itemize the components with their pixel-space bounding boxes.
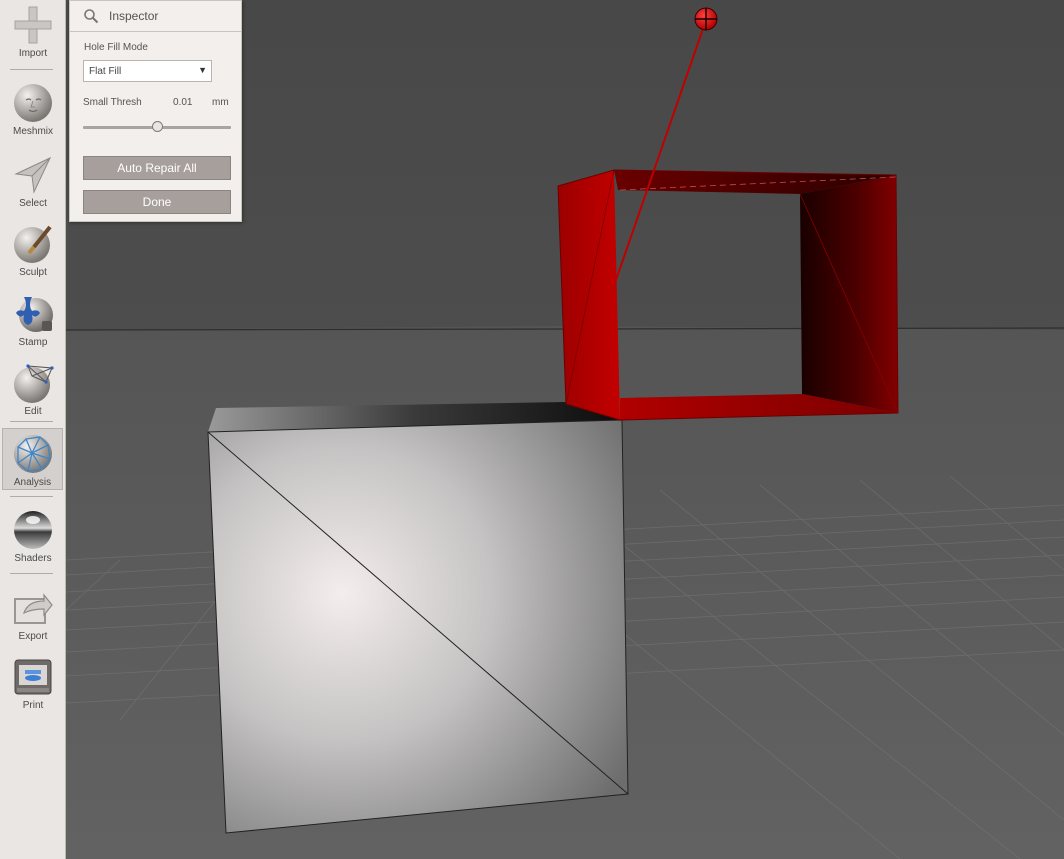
shaders-button[interactable]: Shaders bbox=[0, 509, 66, 564]
stamp-button[interactable]: Stamp bbox=[0, 293, 66, 348]
sculpt-button[interactable]: Sculpt bbox=[0, 223, 66, 278]
chevron-down-icon: ▼ bbox=[198, 65, 207, 75]
select-button[interactable]: Select bbox=[0, 154, 66, 209]
toolbar-divider bbox=[10, 496, 53, 497]
edit-button[interactable]: Edit bbox=[0, 362, 66, 417]
cube-front-face bbox=[207, 419, 629, 834]
hole-fill-mode-label: Hole Fill Mode bbox=[84, 42, 148, 53]
inspector-title: Inspector bbox=[109, 9, 159, 23]
solid-cube[interactable] bbox=[207, 402, 629, 834]
hole-fill-mode-dropdown[interactable]: Flat Fill ▼ bbox=[83, 60, 212, 82]
inspector-panel: Inspector Hole Fill Mode Flat Fill ▼ Sma… bbox=[69, 0, 242, 222]
import-label: Import bbox=[18, 48, 48, 59]
analysis-button[interactable]: Analysis bbox=[2, 428, 63, 490]
export-button[interactable]: Export bbox=[0, 587, 66, 642]
meshmix-button[interactable]: Meshmix bbox=[0, 82, 66, 137]
select-label: Select bbox=[19, 198, 47, 209]
meshmix-label: Meshmix bbox=[12, 126, 53, 137]
left-toolbar: Import Meshmix Select Sculpt Stamp Edit … bbox=[0, 0, 66, 859]
plus-icon bbox=[14, 6, 52, 44]
fleur-sphere-icon bbox=[16, 297, 53, 332]
auto-repair-all-button[interactable]: Auto Repair All bbox=[83, 156, 231, 180]
mesh-sphere-icon bbox=[14, 364, 54, 403]
analysis-label: Analysis bbox=[13, 477, 52, 488]
chrome-sphere-icon bbox=[14, 511, 52, 549]
export-arrow-icon bbox=[14, 593, 53, 624]
red-box-left-face bbox=[558, 170, 620, 420]
red-box-right-face bbox=[800, 175, 898, 413]
import-button[interactable]: Import bbox=[0, 4, 66, 59]
small-thresh-unit: mm bbox=[212, 97, 229, 108]
hole-marker[interactable] bbox=[694, 7, 718, 31]
shaders-label: Shaders bbox=[14, 553, 52, 564]
hole-fill-mode-value: Flat Fill bbox=[89, 66, 122, 77]
export-label: Export bbox=[18, 631, 48, 642]
inspector-header: Inspector bbox=[70, 1, 241, 32]
face-sphere-icon bbox=[14, 84, 52, 122]
stamp-label: Stamp bbox=[18, 337, 48, 348]
toolbar-divider bbox=[10, 421, 53, 422]
print-button[interactable]: Print bbox=[0, 656, 66, 711]
sculpt-label: Sculpt bbox=[19, 267, 47, 278]
search-icon bbox=[84, 9, 99, 24]
small-thresh-slider-thumb[interactable] bbox=[151, 121, 163, 132]
edit-label: Edit bbox=[24, 406, 42, 417]
print-label: Print bbox=[22, 700, 44, 711]
network-sphere-icon bbox=[13, 435, 52, 473]
toolbar-divider bbox=[10, 69, 53, 70]
done-button[interactable]: Done bbox=[83, 190, 231, 214]
brush-sphere-icon bbox=[14, 225, 52, 263]
arrow-cursor-icon bbox=[14, 156, 52, 194]
toolbar-divider bbox=[10, 573, 53, 574]
small-thresh-label: Small Thresh bbox=[83, 97, 142, 108]
printer-icon bbox=[14, 659, 52, 695]
small-thresh-value[interactable]: 0.01 bbox=[173, 97, 192, 108]
